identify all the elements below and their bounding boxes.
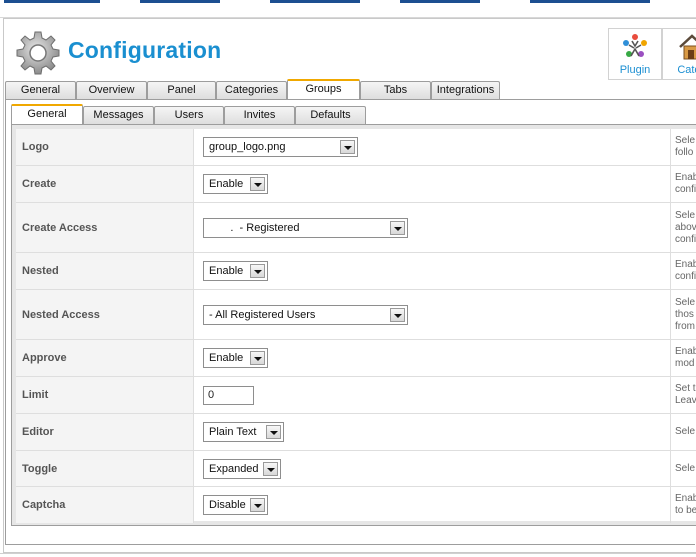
subtab-invites[interactable]: Invites bbox=[224, 106, 295, 124]
row-editor: Editor Plain Text Sele bbox=[16, 414, 696, 451]
chevron-down-icon bbox=[390, 307, 405, 322]
nested-select[interactable]: Enable bbox=[203, 261, 268, 281]
subtab-users[interactable]: Users bbox=[154, 106, 224, 124]
gear-icon bbox=[16, 31, 60, 75]
subtab-general[interactable]: General bbox=[11, 104, 83, 124]
settings-table: Logo group_logo.png Sele follo Create Ena… bbox=[16, 129, 696, 523]
row-label: Logo bbox=[16, 129, 194, 165]
row-description: Sele bbox=[675, 462, 696, 474]
row-label: Editor bbox=[16, 414, 194, 450]
row-label: Create Access bbox=[16, 203, 194, 252]
categories-button-label: Categ bbox=[677, 64, 696, 76]
subtab-messages[interactable]: Messages bbox=[83, 106, 154, 124]
row-description: Sele thos from bbox=[675, 296, 696, 332]
plugin-people-icon bbox=[623, 34, 647, 57]
row-toggle: Toggle Expanded Sele bbox=[16, 451, 696, 487]
chevron-down-icon bbox=[340, 140, 355, 154]
tab-panel[interactable]: Panel bbox=[147, 81, 216, 99]
row-create-access: Create Access . - Registered Sele abov con… bbox=[16, 203, 696, 253]
row-label: Nested bbox=[16, 253, 194, 289]
create-select[interactable]: Enable bbox=[203, 174, 268, 194]
row-description: Enab confi bbox=[675, 259, 696, 282]
row-description: Set t Leav bbox=[675, 383, 696, 406]
sub-tab-panel: Logo group_logo.png Sele follo Create Ena… bbox=[11, 124, 696, 526]
row-nested: Nested Enable Enab confi bbox=[16, 253, 696, 290]
row-label: Approve bbox=[16, 340, 194, 376]
row-approve: Approve Enable Enab mod bbox=[16, 340, 696, 377]
captcha-select[interactable]: Disable bbox=[203, 495, 268, 515]
tab-integrations[interactable]: Integrations bbox=[431, 81, 500, 99]
row-label: Captcha bbox=[16, 487, 194, 523]
row-nested-access: Nested Access - All Registered Users Sel… bbox=[16, 290, 696, 340]
subtab-defaults[interactable]: Defaults bbox=[295, 106, 366, 124]
chevron-down-icon bbox=[390, 220, 405, 235]
editor-select[interactable]: Plain Text bbox=[203, 422, 284, 442]
logo-select[interactable]: group_logo.png bbox=[203, 137, 358, 157]
row-captcha: Captcha Disable Enab to be bbox=[16, 487, 696, 523]
limit-input[interactable]: 0 bbox=[203, 385, 254, 405]
nested-access-select[interactable]: - All Registered Users bbox=[203, 304, 408, 325]
row-create: Create Enable Enab confi bbox=[16, 166, 696, 203]
approve-select[interactable]: Enable bbox=[203, 348, 268, 368]
row-description: Sele follo bbox=[675, 135, 696, 158]
categories-button[interactable]: Categ bbox=[662, 28, 696, 80]
top-strip bbox=[0, 0, 696, 18]
row-logo: Logo group_logo.png Sele follo bbox=[16, 129, 696, 166]
chevron-down-icon bbox=[266, 425, 281, 439]
tab-categories[interactable]: Categories bbox=[216, 81, 287, 99]
create-access-select[interactable]: . - Registered bbox=[203, 217, 408, 238]
tab-overview[interactable]: Overview bbox=[76, 81, 147, 99]
chevron-down-icon bbox=[250, 177, 265, 191]
chevron-down-icon bbox=[250, 498, 265, 512]
chevron-down-icon bbox=[263, 461, 278, 476]
chevron-down-icon bbox=[250, 264, 265, 278]
plugin-button-label: Plugin bbox=[619, 64, 651, 76]
row-description: Sele abov confi bbox=[675, 209, 696, 245]
row-description: Enab confi bbox=[675, 172, 696, 195]
row-label: Create bbox=[16, 166, 194, 202]
row-label: Limit bbox=[16, 377, 194, 413]
row-description: Sele bbox=[675, 426, 696, 437]
tab-tabs[interactable]: Tabs bbox=[360, 81, 431, 99]
chevron-down-icon bbox=[250, 351, 265, 365]
tab-general[interactable]: General bbox=[5, 81, 76, 99]
tab-groups[interactable]: Groups bbox=[287, 79, 360, 99]
toggle-select[interactable]: Expanded bbox=[203, 458, 281, 479]
divider bbox=[0, 553, 696, 554]
row-description: Enab to be bbox=[675, 493, 696, 516]
plugin-button[interactable]: Plugin bbox=[608, 28, 662, 80]
categories-house-icon bbox=[679, 34, 696, 60]
row-limit: Limit 0 Set t Leav bbox=[16, 377, 696, 414]
row-label: Toggle bbox=[16, 451, 194, 486]
row-description: Enab mod bbox=[675, 346, 696, 369]
row-label: Nested Access bbox=[16, 290, 194, 339]
page-title: Configuration bbox=[68, 37, 222, 63]
